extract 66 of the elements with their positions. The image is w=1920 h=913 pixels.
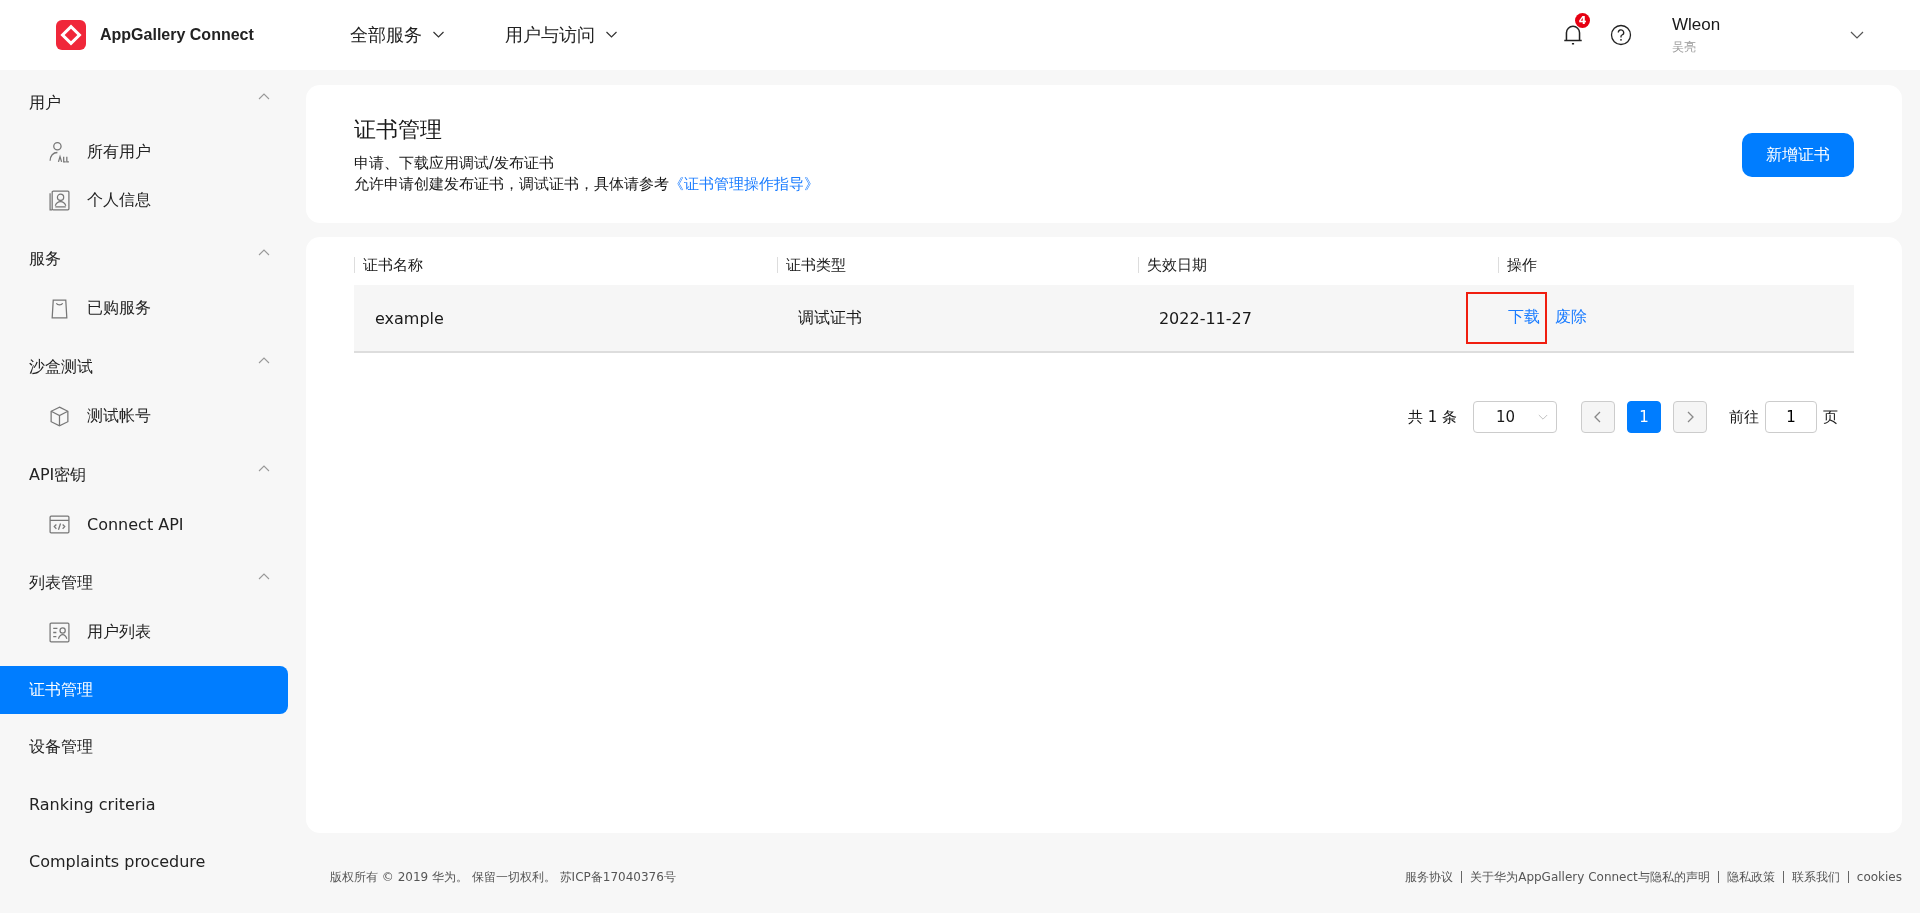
chevron-up-icon [258,464,270,472]
logo-text: AppGallery Connect [100,26,254,44]
table-cell-text: 调试证书 [796,307,863,329]
chevron-up-icon [258,572,270,580]
column-header: 证书类型 [776,257,1138,273]
cube-icon [48,404,71,428]
list-person-icon [48,620,71,644]
chevron-down-icon [432,31,445,39]
page-number-button[interactable]: 1 [1627,401,1661,433]
sidebar-item[interactable]: 用户列表 [0,608,300,656]
add-certificate-button[interactable]: 新增证书 [1742,133,1854,177]
nav-menu[interactable]: 全部服务 [350,23,445,47]
sidebar-item[interactable]: 个人信息 [0,176,300,224]
chevron-up-icon [258,248,270,256]
sidebar-item[interactable]: 测试帐号 [0,392,300,440]
notification-badge: 4 [1575,13,1590,28]
sidebar-item[interactable]: 所有用户 [0,128,300,176]
sidebar-item[interactable]: 设备管理 [0,723,288,771]
chevron-up-icon [258,356,270,364]
person-all-icon [48,140,71,164]
page-suffix: 页 [1823,407,1838,427]
goto-label: 前往 [1729,407,1759,427]
guide-link[interactable]: 《证书管理操作指导》 [669,175,819,193]
chevron-right-icon [1686,411,1694,423]
code-window-icon [48,512,71,536]
sidebar-item[interactable]: 证书管理 [0,666,288,714]
sidebar-group-header[interactable]: 用户 [0,78,300,128]
sidebar-group-header[interactable]: 沙盒测试 [0,342,300,392]
sidebar-group-header[interactable]: API密钥 [0,450,300,500]
table-cell-text: 2022-11-27 [1157,308,1253,328]
copyright-text: 版权所有 © 2019 华为。 保留一切权利。 苏ICP备17040376号 [330,868,676,886]
sidebar-item[interactable]: Ranking criteria [0,780,288,828]
nav-menu[interactable]: 用户与访问 [505,23,618,47]
footer-link[interactable]: 关于华为AppGallery Connect与隐私的声明 [1470,868,1710,886]
sidebar-item[interactable]: Complaints procedure [0,837,288,885]
footer-link[interactable]: 隐私政策 [1726,868,1775,886]
footer-link[interactable]: 服务协议 [1405,868,1454,886]
column-header: 失效日期 [1137,257,1498,273]
chevron-down-icon [605,31,618,39]
footer-link[interactable]: cookies [1856,870,1902,884]
user-name[interactable]: Wleon [1672,14,1850,35]
column-header: 证书名称 [354,257,777,273]
chevron-down-icon[interactable] [1850,31,1864,39]
sidebar-group-header[interactable]: 服务 [0,234,300,284]
chevron-left-icon [1594,411,1602,423]
page-description: 允许申请创建发布证书，调试证书，具体请参考《证书管理操作指导》 [354,174,819,195]
page-size-select[interactable]: 10 [1473,401,1557,433]
chevron-up-icon [258,92,270,100]
footer-link[interactable]: 联系我们 [1791,868,1840,886]
sidebar-item[interactable]: Connect API [0,500,300,548]
column-header: 操作 [1497,257,1854,273]
notification-bell-icon[interactable] [1562,23,1584,47]
action-link[interactable]: 废除 [1552,292,1594,344]
page-subtitle: 申请、下载应用调试/发布证书 [354,153,556,174]
goto-page-field[interactable]: 1 [1765,401,1817,433]
contact-card-icon [48,188,71,212]
user-subtitle: 吴亮 [1672,38,1697,56]
action-link[interactable]: 下载 [1465,292,1547,344]
sidebar-group-header[interactable]: 列表管理 [0,558,300,608]
help-icon[interactable] [1610,24,1632,46]
chevron-down-icon [1538,413,1548,421]
total-count: 共 1 条 [1407,407,1457,427]
logo-icon [56,20,86,50]
table-cell-text: example [374,308,445,328]
sidebar-item[interactable]: 已购服务 [0,284,300,332]
page-title: 证书管理 [354,116,443,144]
